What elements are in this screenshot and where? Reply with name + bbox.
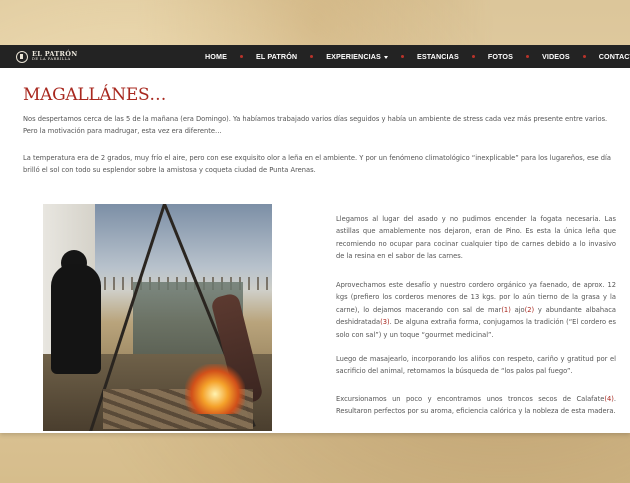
nav-separator-dot xyxy=(471,55,475,58)
parchment-footer-band xyxy=(0,433,630,483)
chevron-down-icon xyxy=(383,55,388,59)
nav-videos[interactable]: VIDEOS xyxy=(542,52,570,61)
intro-paragraph-2: La temperatura era de 2 grados, muy frío… xyxy=(23,154,612,175)
article-content: MAGALLÁNES… Nos despertamos cerca de las… xyxy=(0,68,630,433)
nav-separator-dot xyxy=(582,55,586,58)
nav-experiencias[interactable]: EXPERIENCIAS xyxy=(326,52,388,61)
nav-separator-dot xyxy=(400,55,404,58)
nav-estancias[interactable]: ESTANCIAS xyxy=(417,52,459,61)
nav-home[interactable]: HOME xyxy=(205,52,227,61)
fire xyxy=(185,364,245,414)
footnote-ref-2[interactable]: (2) xyxy=(525,306,534,314)
footnote-ref-1[interactable]: (1) xyxy=(501,306,510,314)
page-title: MAGALLÁNES… xyxy=(23,85,167,105)
logo-subtitle: DE LA PARRILLA xyxy=(32,57,71,62)
body-paragraph-4: Excursionamos un poco y encontramos unos… xyxy=(336,395,616,416)
nav-experiencias-label: EXPERIENCIAS xyxy=(326,52,381,61)
site-logo[interactable]: EL PATRÓN DE LA PARRILLA xyxy=(16,47,86,66)
nav-contacto[interactable]: CONTACTO xyxy=(599,52,630,61)
parchment-header-band xyxy=(0,0,630,45)
nav-separator-dot xyxy=(525,55,529,58)
nav-menu: HOME EL PATRÓN EXPERIENCIAS ESTANCIAS FO… xyxy=(205,45,630,68)
grill-logo-icon xyxy=(16,50,28,63)
nav-fotos[interactable]: FOTOS xyxy=(488,52,513,61)
logo-text: EL PATRÓN DE LA PARRILLA xyxy=(32,51,77,62)
intro-paragraph-1: Nos despertamos cerca de las 5 de la mañ… xyxy=(23,115,608,136)
nav-el-patron[interactable]: EL PATRÓN xyxy=(256,52,297,61)
body-paragraph-3: Luego de masajearlo, incorporando los al… xyxy=(336,355,616,376)
body-paragraph-2: Aprovechamos este desafío y nuestro cord… xyxy=(336,281,616,339)
nav-separator-dot xyxy=(310,55,314,58)
body-paragraph-1: Llegamos al lugar del asado y no pudimos… xyxy=(336,215,616,261)
nav-separator-dot xyxy=(239,55,243,58)
footnote-ref-4[interactable]: (4) xyxy=(604,395,613,403)
person-silhouette xyxy=(51,264,101,374)
main-navbar: EL PATRÓN DE LA PARRILLA HOME EL PATRÓN … xyxy=(0,45,630,68)
asado-photo xyxy=(43,204,272,431)
footnote-ref-3[interactable]: (3) xyxy=(380,318,389,326)
